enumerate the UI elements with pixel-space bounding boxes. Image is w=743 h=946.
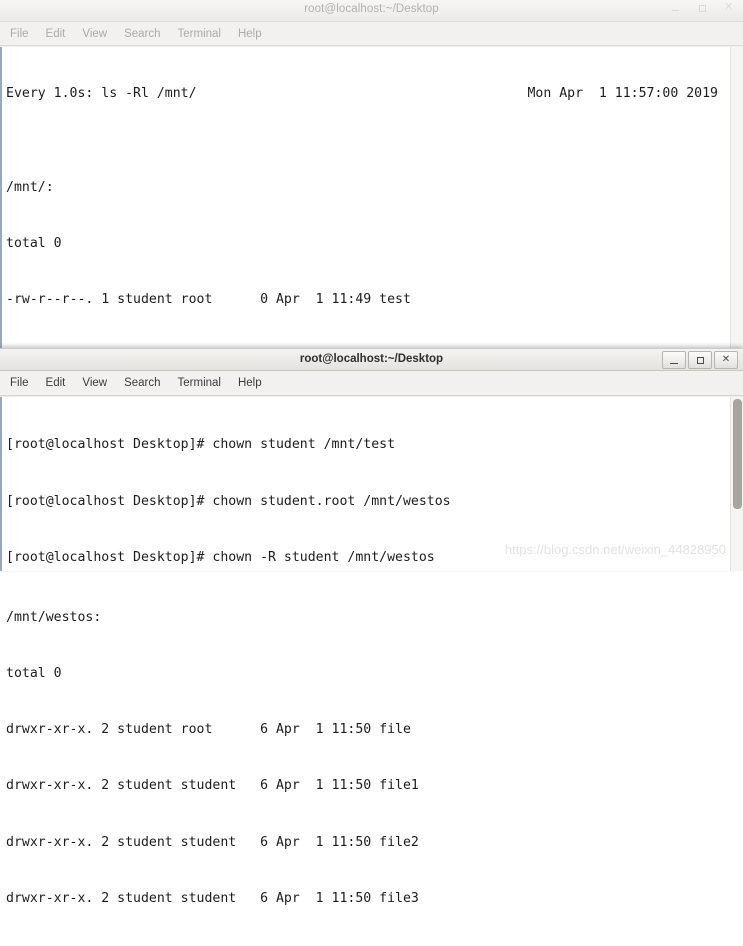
menu-item-terminal[interactable]: Terminal bbox=[178, 28, 221, 40]
scrollbar-bottom[interactable] bbox=[730, 397, 743, 571]
terminal-window-bottom[interactable]: root@localhost:~/Desktop ✕ File Edit Vie… bbox=[0, 348, 743, 571]
terminal-line: /mnt/: bbox=[6, 179, 54, 195]
terminal-line: drwxr-xr-x. 2 student student 6 Apr 1 11… bbox=[6, 834, 419, 850]
terminal-text-bottom: [root@localhost Desktop]# chown student … bbox=[6, 399, 716, 571]
terminal-window-top[interactable]: root@localhost:~/Desktop ✕ File Edit Vie… bbox=[0, 0, 743, 906]
terminal-line: drwxr-xr-x. 2 student root 6 Apr 1 11:50… bbox=[6, 722, 411, 738]
scrollbar-top[interactable] bbox=[730, 47, 743, 348]
menubar-bottom[interactable]: File Edit View Search Terminal Help bbox=[0, 371, 743, 396]
scrollbar-thumb[interactable] bbox=[733, 399, 742, 509]
window-controls-bottom[interactable]: ✕ bbox=[662, 351, 738, 369]
terminal-line: drwxr-xr-x. 2 student student 6 Apr 1 11… bbox=[6, 890, 419, 906]
menu-item-help[interactable]: Help bbox=[238, 377, 262, 389]
minimize-icon[interactable] bbox=[662, 351, 686, 369]
terminal-line: total 0 bbox=[6, 236, 62, 252]
menu-item-edit[interactable]: Edit bbox=[46, 28, 66, 40]
titlebar-bottom[interactable]: root@localhost:~/Desktop ✕ bbox=[0, 348, 743, 371]
watch-command: Every 1.0s: ls -Rl /mnt/ bbox=[6, 86, 197, 102]
menu-item-view[interactable]: View bbox=[82, 28, 107, 40]
menu-item-file[interactable]: File bbox=[10, 377, 29, 389]
close-icon[interactable]: ✕ bbox=[724, 1, 735, 14]
terminal-line: /mnt/westos: bbox=[6, 610, 102, 626]
menu-item-file[interactable]: File bbox=[10, 28, 29, 40]
close-icon[interactable]: ✕ bbox=[714, 351, 738, 369]
menu-item-terminal[interactable]: Terminal bbox=[178, 377, 221, 389]
window-controls-top[interactable]: ✕ bbox=[670, 1, 735, 14]
menubar-top[interactable]: File Edit View Search Terminal Help bbox=[0, 22, 743, 46]
terminal-line: -rw-r--r--. 1 student root 0 Apr 1 11:49… bbox=[6, 292, 411, 308]
maximize-icon[interactable] bbox=[697, 3, 708, 14]
terminal-line: [root@localhost Desktop]# chown student.… bbox=[6, 493, 451, 509]
menu-item-search[interactable]: Search bbox=[124, 377, 160, 389]
watch-header-line: Every 1.0s: ls -Rl /mnt/Mon Apr 1 11:57:… bbox=[6, 85, 718, 104]
maximize-icon[interactable] bbox=[688, 351, 712, 369]
terminal-line: total 0 bbox=[6, 666, 62, 682]
window-title-bottom: root@localhost:~/Desktop bbox=[299, 353, 444, 365]
terminal-output-area-top[interactable]: Every 1.0s: ls -Rl /mnt/Mon Apr 1 11:57:… bbox=[0, 47, 743, 906]
terminal-output-area-bottom[interactable]: [root@localhost Desktop]# chown student … bbox=[0, 397, 743, 571]
menu-item-edit[interactable]: Edit bbox=[46, 377, 66, 389]
menu-item-search[interactable]: Search bbox=[124, 28, 160, 40]
menu-item-help[interactable]: Help bbox=[238, 28, 262, 40]
titlebar-top[interactable]: root@localhost:~/Desktop ✕ bbox=[0, 0, 743, 22]
terminal-line: [root@localhost Desktop]# chown -R stude… bbox=[6, 549, 435, 565]
minimize-icon[interactable] bbox=[670, 3, 681, 14]
window-title-top: root@localhost:~/Desktop bbox=[304, 3, 439, 15]
menu-item-view[interactable]: View bbox=[82, 377, 107, 389]
terminal-line: drwxr-xr-x. 2 student student 6 Apr 1 11… bbox=[6, 778, 419, 794]
terminal-line: [root@localhost Desktop]# chown student … bbox=[6, 437, 396, 453]
watch-timestamp: Mon Apr 1 11:57:00 2019 bbox=[527, 86, 718, 102]
